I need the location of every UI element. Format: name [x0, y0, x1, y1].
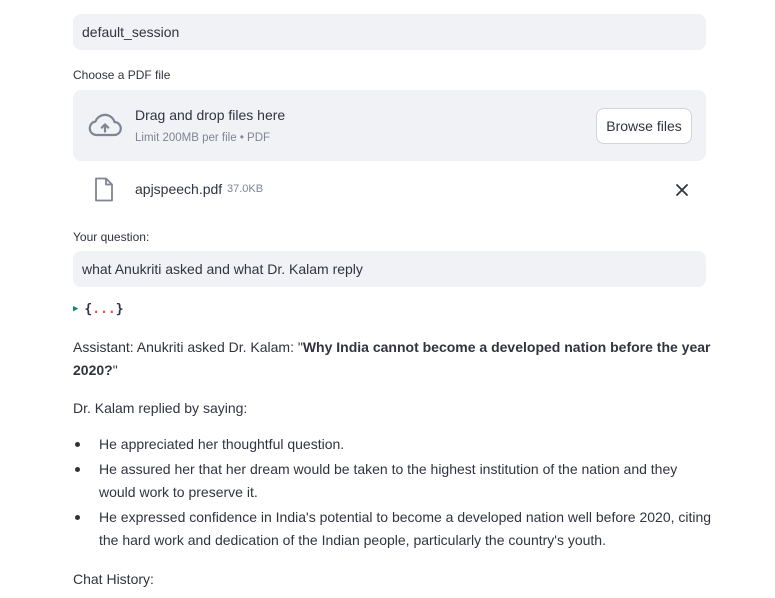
chat-history-label: Chat History:	[73, 571, 154, 587]
close-icon[interactable]	[673, 181, 691, 199]
cloud-upload-icon	[88, 113, 122, 137]
list-item: He assured her that her dream would be t…	[73, 458, 713, 504]
dropzone-limit-text: Limit 200MB per file • PDF	[135, 132, 271, 144]
file-icon	[95, 177, 113, 202]
session-input[interactable]: default_session	[73, 14, 706, 50]
file-size: 37.0KB	[227, 183, 264, 195]
assistant-answer: Assistant: Anukriti asked Dr. Kalam: "Wh…	[73, 336, 713, 382]
reply-bullet-list: He appreciated her thoughtful question. …	[73, 433, 713, 554]
app-page: default_session Choose a PDF file Drag a…	[0, 0, 775, 598]
bullet-text: He appreciated her thoughtful question.	[99, 436, 345, 452]
bullet-dot	[75, 442, 80, 447]
reply-intro: Dr. Kalam replied by saying:	[73, 400, 248, 416]
file-name: apjspeech.pdf	[135, 181, 223, 197]
session-input-value: default_session	[82, 24, 180, 40]
question-input-value: what Anukriti asked and what Dr. Kalam r…	[82, 261, 363, 277]
uploader-label: Choose a PDF file	[73, 68, 171, 82]
answer-prefix: Assistant: Anukriti asked Dr. Kalam: "	[73, 339, 303, 355]
json-ellipsis: ...	[92, 302, 116, 317]
question-input[interactable]: what Anukriti asked and what Dr. Kalam r…	[73, 251, 706, 287]
uploaded-file-row: apjspeech.pdf 37.0KB	[73, 172, 706, 208]
browse-files-button[interactable]: Browse files	[596, 108, 692, 144]
answer-suffix: "	[112, 362, 118, 378]
bullet-text: He expressed confidence in India's poten…	[99, 509, 712, 548]
json-close-brace: }	[115, 302, 124, 317]
dropzone-title: Drag and drop files here	[135, 107, 286, 123]
question-label: Your question:	[73, 230, 150, 244]
bullet-dot	[75, 467, 80, 472]
file-dropzone[interactable]: Drag and drop files here Limit 200MB per…	[73, 90, 706, 161]
list-item: He expressed confidence in India's poten…	[73, 506, 713, 552]
json-viewer-toggle[interactable]: ▶ {...}	[73, 302, 124, 317]
bullet-dot	[75, 515, 80, 520]
list-item: He appreciated her thoughtful question.	[73, 433, 713, 456]
bullet-text: He assured her that her dream would be t…	[99, 461, 678, 500]
caret-right-icon[interactable]: ▶	[73, 304, 78, 314]
